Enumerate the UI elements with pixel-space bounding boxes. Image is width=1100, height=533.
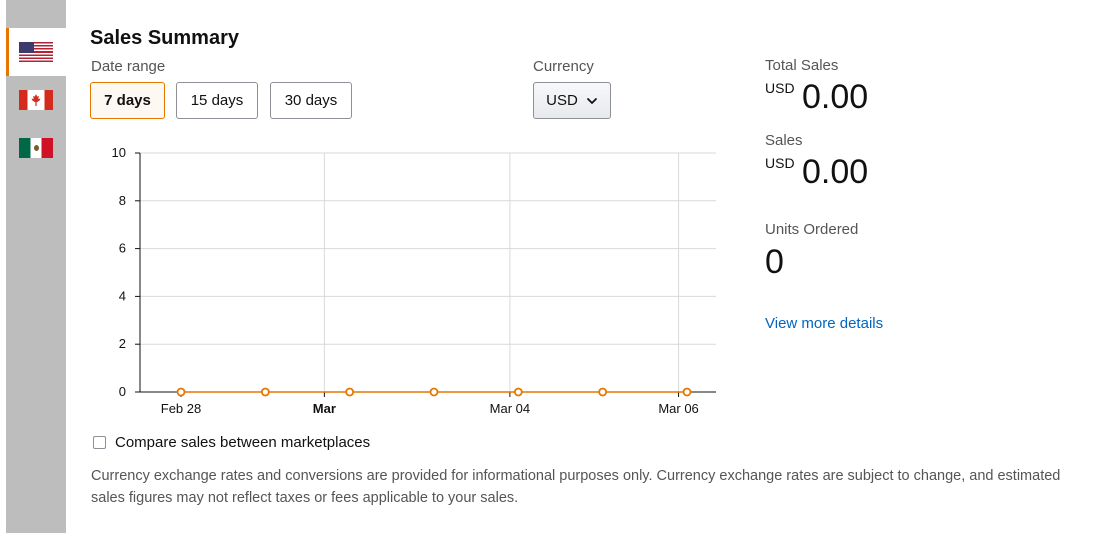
data-point	[176, 387, 186, 397]
marketplace-tab-canada[interactable]	[6, 76, 66, 124]
range-15-days-button[interactable]: 15 days	[176, 82, 258, 119]
date-range-label: Date range	[91, 58, 166, 75]
marketplace-tab-mexico[interactable]	[6, 124, 66, 172]
marketplace-flag-rail	[6, 0, 66, 533]
total-sales-value: 0.00	[802, 78, 869, 116]
currency-label: Currency	[533, 58, 594, 75]
compare-marketplaces-checkbox[interactable]	[93, 436, 106, 449]
marketplace-tab-us[interactable]	[6, 28, 66, 76]
canada-flag-icon	[19, 90, 53, 110]
x-tick-label: Mar 04	[490, 401, 530, 416]
x-tick-label: Feb 28	[161, 401, 201, 416]
total-sales-label: Total Sales	[765, 57, 839, 74]
compare-marketplaces-label: Compare sales between marketplaces	[115, 434, 371, 451]
range-30-days-button[interactable]: 30 days	[270, 82, 352, 119]
y-tick-label: 0	[119, 384, 126, 399]
mexico-flag-icon	[19, 138, 53, 158]
chevron-down-icon	[586, 97, 597, 104]
y-tick-label: 8	[119, 193, 126, 208]
view-more-details-link[interactable]: View more details	[765, 315, 883, 332]
data-point	[682, 387, 692, 397]
data-point	[513, 387, 523, 397]
data-point	[345, 387, 355, 397]
data-point	[260, 387, 270, 397]
compare-marketplaces-row[interactable]: Compare sales between marketplaces	[93, 434, 370, 451]
page-title: Sales Summary	[90, 27, 239, 49]
x-tick-label: Mar 06	[658, 401, 698, 416]
data-point	[429, 387, 439, 397]
sales-value: 0.00	[802, 153, 869, 191]
sales-currency: USD	[765, 155, 795, 171]
y-tick-label: 10	[112, 145, 126, 160]
units-ordered-value: 0	[765, 243, 784, 281]
total-sales-currency: USD	[765, 80, 795, 96]
range-7-days-button[interactable]: 7 days	[90, 82, 165, 119]
units-ordered-label: Units Ordered	[765, 221, 859, 238]
y-tick-label: 4	[119, 288, 126, 303]
y-tick-label: 6	[119, 241, 126, 256]
sales-line-chart: 0 2 4 6 8 10 Feb 28 Mar Mar 04 Mar 06	[112, 145, 716, 416]
data-point	[598, 387, 608, 397]
y-tick-label: 2	[119, 336, 126, 351]
currency-disclaimer: Currency exchange rates and conversions …	[91, 468, 1061, 506]
currency-select-value: USD	[546, 92, 578, 109]
sales-label: Sales	[765, 132, 803, 149]
x-tick-label: Mar	[313, 401, 336, 416]
currency-select[interactable]: USD	[533, 82, 611, 119]
us-flag-icon	[19, 42, 53, 62]
